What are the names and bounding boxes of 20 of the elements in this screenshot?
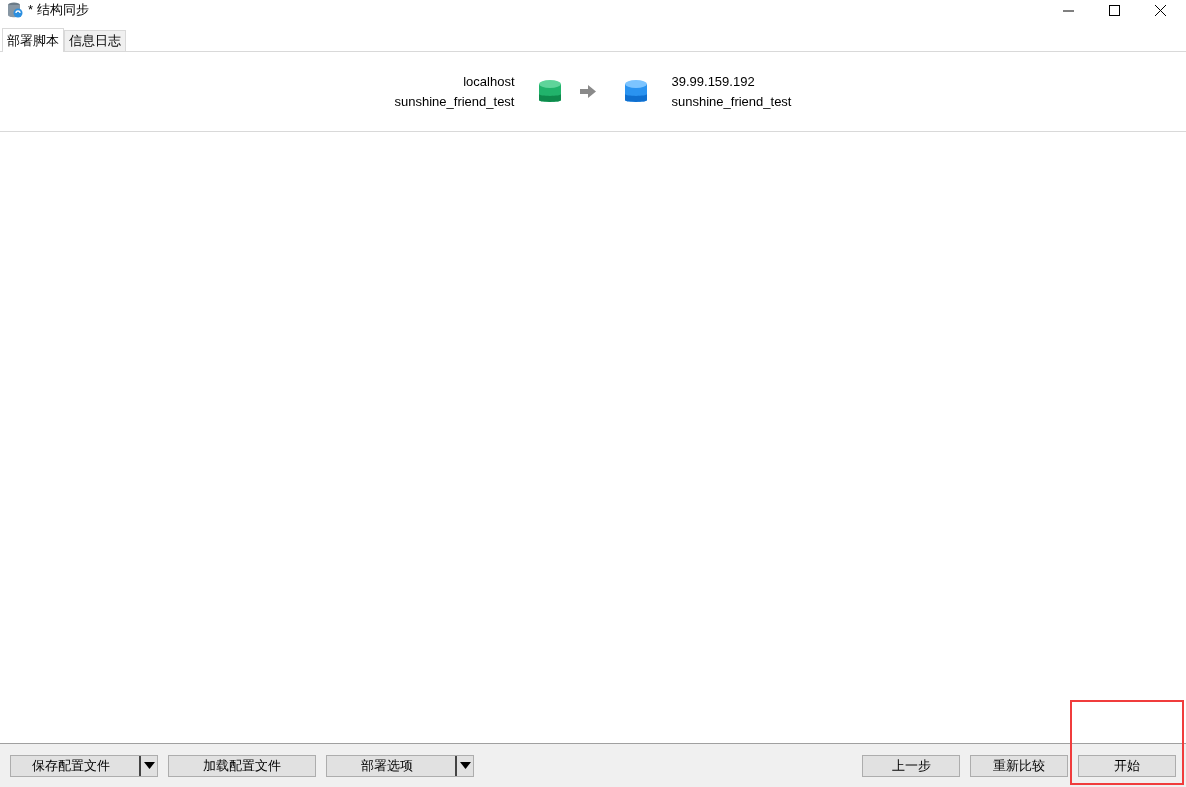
database-icon [537, 78, 562, 105]
target-host: 39.99.159.192 [671, 72, 755, 91]
maximize-icon[interactable] [1109, 4, 1120, 16]
toolbar-button[interactable]: 加载配置文件 [168, 754, 316, 777]
toolbar-button[interactable]: 保存配置文件 [10, 754, 158, 777]
dropdown-arrow-icon [459, 762, 471, 769]
source-host: localhost [463, 72, 515, 91]
toolbar-button[interactable]: 重新比较 [970, 754, 1068, 777]
dropdown-arrow-icon [143, 762, 155, 769]
tab[interactable]: 信息日志 [64, 30, 126, 51]
close-icon[interactable] [1155, 4, 1166, 16]
toolbar-button[interactable]: 上一步 [862, 754, 960, 777]
target-database: sunshine_friend_test [671, 92, 792, 111]
tab[interactable]: 部署脚本 [2, 28, 64, 52]
toolbar-button[interactable]: 开始 [1078, 754, 1176, 777]
arrow-right-icon [579, 85, 596, 98]
toolbar-button[interactable]: 部署选项 [326, 754, 474, 777]
source-database: sunshine_friend_test [394, 92, 515, 111]
window-title: * 结构同步 [28, 1, 89, 20]
database-icon [623, 78, 648, 105]
